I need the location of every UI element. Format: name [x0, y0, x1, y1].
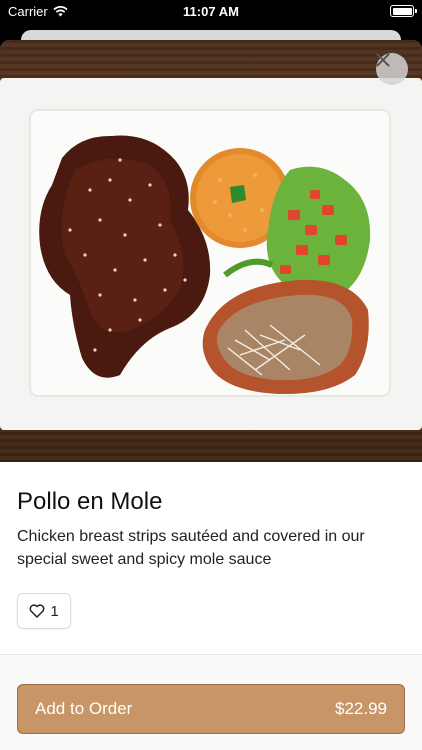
like-count: 1 — [50, 602, 59, 620]
battery-icon — [390, 5, 417, 17]
close-icon — [376, 53, 390, 67]
heart-outline-icon — [29, 604, 45, 618]
close-button[interactable] — [376, 53, 408, 85]
food-illustration — [0, 78, 422, 430]
footer-divider — [0, 654, 422, 655]
item-detail-sheet: Pollo en Mole Chicken breast strips saut… — [0, 40, 422, 750]
item-price: $22.99 — [335, 699, 387, 718]
like-button[interactable]: 1 — [17, 593, 71, 629]
status-bar: Carrier 11:07 AM — [0, 0, 422, 24]
status-time: 11:07 AM — [183, 4, 239, 19]
battery-fill — [392, 7, 412, 15]
add-to-order-label: Add to Order — [35, 699, 133, 718]
item-title: Pollo en Mole — [17, 488, 163, 515]
item-description: Chicken breast strips sautéed and covere… — [17, 528, 365, 568]
item-photo — [0, 40, 422, 462]
add-to-order-button[interactable]: Add to Order $22.99 — [17, 684, 405, 734]
